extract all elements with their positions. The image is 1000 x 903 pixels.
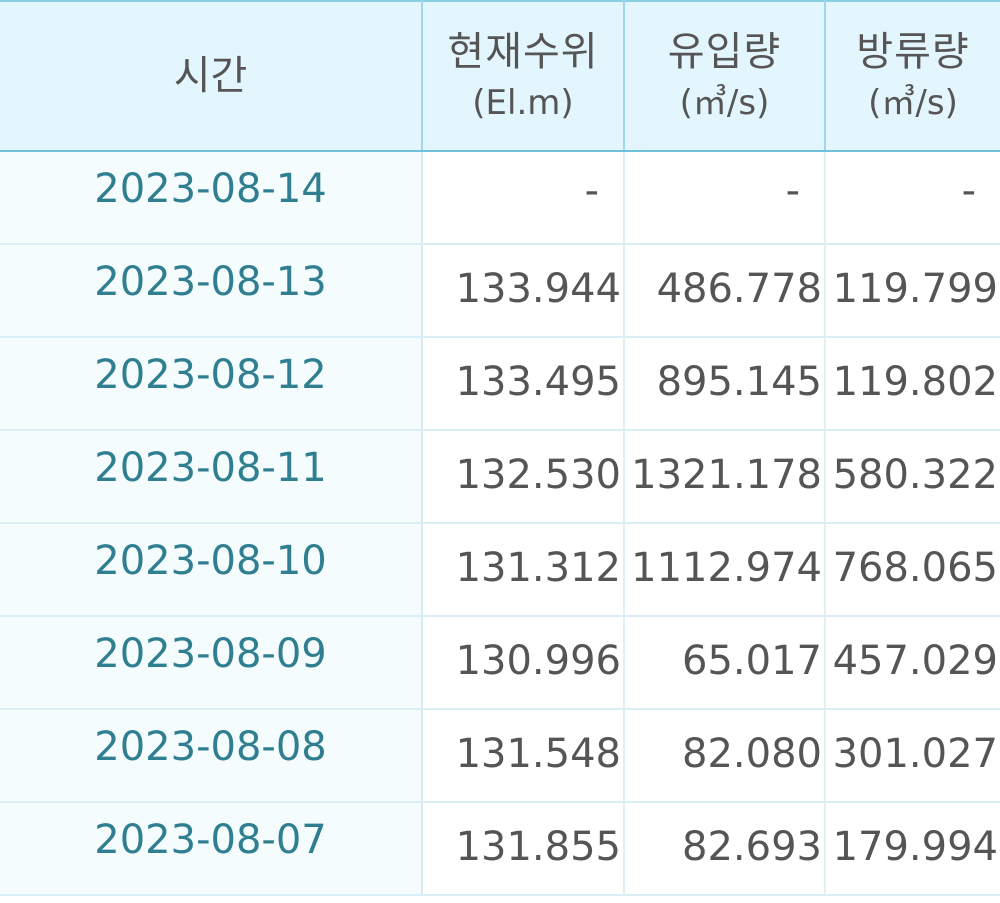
cell-time: 2023-08-11 xyxy=(0,430,423,524)
cell-inflow: 1112.974 xyxy=(624,523,826,617)
header-inflow-unit: (㎥/s) xyxy=(679,83,770,123)
header-outflow-title: 방류량 xyxy=(856,29,970,75)
header-inflow: 유입량 (㎥/s) xyxy=(624,0,826,152)
table-row: 2023-08-08 131.548 82.080 301.027 xyxy=(0,709,1000,803)
dam-data-table: 시간 현재수위 (El.m) 유입량 (㎥/s) 방류량 (㎥/s) 2023-… xyxy=(0,0,1000,896)
cell-outflow: 580.322 xyxy=(825,430,1000,524)
header-row: 시간 현재수위 (El.m) 유입량 (㎥/s) 방류량 (㎥/s) xyxy=(0,0,1000,152)
header-water-level-unit: (El.m) xyxy=(472,83,574,123)
cell-inflow: 895.145 xyxy=(624,337,826,431)
table-row: 2023-08-07 131.855 82.693 179.994 xyxy=(0,802,1000,896)
table-body: 2023-08-14 - - - 2023-08-13 133.944 486.… xyxy=(0,151,1000,896)
header-outflow-unit: (㎥/s) xyxy=(868,83,958,123)
table-row: 2023-08-10 131.312 1112.974 768.065 xyxy=(0,523,1000,617)
cell-water-level: - xyxy=(422,151,625,245)
cell-outflow: 119.799 xyxy=(825,244,1000,338)
cell-inflow: 65.017 xyxy=(624,616,826,710)
cell-time: 2023-08-13 xyxy=(0,244,423,338)
cell-inflow: 486.778 xyxy=(624,244,826,338)
header-inflow-title: 유입량 xyxy=(667,29,782,75)
dam-data-table-container: 시간 현재수위 (El.m) 유입량 (㎥/s) 방류량 (㎥/s) 2023-… xyxy=(0,0,1000,903)
cell-water-level: 133.495 xyxy=(422,337,625,431)
cell-water-level: 131.548 xyxy=(422,709,625,803)
cell-water-level: 132.530 xyxy=(422,430,625,524)
cell-inflow: - xyxy=(624,151,826,245)
cell-outflow: 119.802 xyxy=(825,337,1000,431)
cell-inflow: 82.080 xyxy=(624,709,826,803)
header-outflow: 방류량 (㎥/s) xyxy=(825,0,1000,152)
cell-time: 2023-08-08 xyxy=(0,709,423,803)
table-row: 2023-08-13 133.944 486.778 119.799 xyxy=(0,244,1000,338)
cell-outflow: 301.027 xyxy=(825,709,1000,803)
cell-outflow: - xyxy=(825,151,1000,245)
table-row: 2023-08-09 130.996 65.017 457.029 xyxy=(0,616,1000,710)
cell-time: 2023-08-14 xyxy=(0,151,423,245)
cell-time: 2023-08-12 xyxy=(0,337,423,431)
cell-inflow: 1321.178 xyxy=(624,430,826,524)
cell-outflow: 179.994 xyxy=(825,802,1000,896)
cell-water-level: 133.944 xyxy=(422,244,625,338)
table-header: 시간 현재수위 (El.m) 유입량 (㎥/s) 방류량 (㎥/s) xyxy=(0,0,1000,152)
cell-inflow: 82.693 xyxy=(624,802,826,896)
table-row: 2023-08-14 - - - xyxy=(0,151,1000,245)
header-time-label: 시간 xyxy=(173,53,248,99)
cell-outflow: 457.029 xyxy=(825,616,1000,710)
cell-water-level: 131.312 xyxy=(422,523,625,617)
table-row: 2023-08-12 133.495 895.145 119.802 xyxy=(0,337,1000,431)
cell-time: 2023-08-09 xyxy=(0,616,423,710)
cell-water-level: 130.996 xyxy=(422,616,625,710)
cell-water-level: 131.855 xyxy=(422,802,625,896)
header-water-level-title: 현재수위 xyxy=(447,29,599,75)
cell-time: 2023-08-07 xyxy=(0,802,423,896)
header-time: 시간 xyxy=(0,0,423,152)
cell-outflow: 768.065 xyxy=(825,523,1000,617)
cell-time: 2023-08-10 xyxy=(0,523,423,617)
table-row: 2023-08-11 132.530 1321.178 580.322 xyxy=(0,430,1000,524)
header-water-level: 현재수위 (El.m) xyxy=(422,0,625,152)
